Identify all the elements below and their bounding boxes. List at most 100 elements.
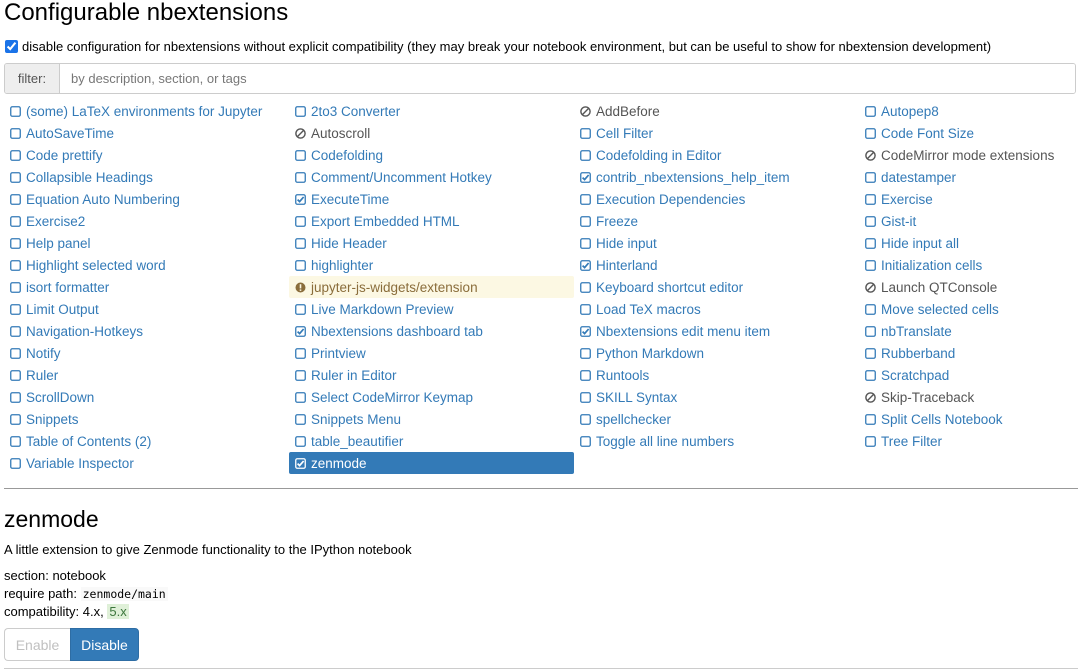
extension-item[interactable]: Comment/Uncomment Hotkey — [289, 166, 574, 188]
square-outline-icon[interactable] — [295, 171, 311, 183]
extension-item[interactable]: Nbextensions dashboard tab — [289, 320, 574, 342]
ban-icon[interactable] — [295, 127, 311, 139]
square-outline-icon[interactable] — [295, 347, 311, 359]
square-outline-icon[interactable] — [580, 347, 596, 359]
ban-icon[interactable] — [865, 281, 881, 293]
extension-item[interactable]: Navigation-Hotkeys — [4, 320, 289, 342]
square-outline-icon[interactable] — [865, 127, 881, 139]
extension-item[interactable]: zenmode — [289, 452, 574, 474]
square-outline-icon[interactable] — [865, 325, 881, 337]
extension-item[interactable]: Hinterland — [574, 254, 859, 276]
square-outline-icon[interactable] — [10, 457, 26, 469]
extension-item[interactable]: Exercise2 — [4, 210, 289, 232]
extension-item[interactable]: Select CodeMirror Keymap — [289, 386, 574, 408]
extension-item[interactable]: AddBefore — [574, 100, 859, 122]
disable-button[interactable]: Disable — [70, 628, 139, 661]
square-outline-icon[interactable] — [10, 281, 26, 293]
extension-item[interactable]: Code prettify — [4, 144, 289, 166]
extension-item[interactable]: Live Markdown Preview — [289, 298, 574, 320]
extension-item[interactable]: Autopep8 — [859, 100, 1078, 122]
square-outline-icon[interactable] — [580, 127, 596, 139]
extension-item[interactable]: table_beautifier — [289, 430, 574, 452]
square-outline-icon[interactable] — [10, 105, 26, 117]
square-outline-icon[interactable] — [10, 171, 26, 183]
square-outline-icon[interactable] — [10, 325, 26, 337]
extension-item[interactable]: Skip-Traceback — [859, 386, 1078, 408]
extension-item[interactable]: Toggle all line numbers — [574, 430, 859, 452]
square-outline-icon[interactable] — [580, 193, 596, 205]
extension-item[interactable]: (some) LaTeX environments for Jupyter — [4, 100, 289, 122]
square-outline-icon[interactable] — [580, 303, 596, 315]
square-outline-icon[interactable] — [295, 303, 311, 315]
checked-square-icon[interactable] — [295, 457, 311, 469]
extension-item[interactable]: Initialization cells — [859, 254, 1078, 276]
square-outline-icon[interactable] — [10, 259, 26, 271]
extension-item[interactable]: CodeMirror mode extensions — [859, 144, 1078, 166]
square-outline-icon[interactable] — [295, 215, 311, 227]
extension-item[interactable]: Hide Header — [289, 232, 574, 254]
extension-item[interactable]: Nbextensions edit menu item — [574, 320, 859, 342]
extension-item[interactable]: Variable Inspector — [4, 452, 289, 474]
square-outline-icon[interactable] — [10, 435, 26, 447]
square-outline-icon[interactable] — [580, 281, 596, 293]
extension-item[interactable]: Gist-it — [859, 210, 1078, 232]
square-outline-icon[interactable] — [865, 237, 881, 249]
square-outline-icon[interactable] — [10, 237, 26, 249]
extension-item[interactable]: Highlight selected word — [4, 254, 289, 276]
square-outline-icon[interactable] — [295, 259, 311, 271]
square-outline-icon[interactable] — [865, 105, 881, 117]
square-outline-icon[interactable] — [10, 303, 26, 315]
extension-item[interactable]: isort formatter — [4, 276, 289, 298]
square-outline-icon[interactable] — [580, 413, 596, 425]
square-outline-icon[interactable] — [295, 435, 311, 447]
extension-item[interactable]: spellchecker — [574, 408, 859, 430]
square-outline-icon[interactable] — [865, 413, 881, 425]
extension-item[interactable]: Printview — [289, 342, 574, 364]
square-outline-icon[interactable] — [10, 149, 26, 161]
extension-item[interactable]: Scratchpad — [859, 364, 1078, 386]
checked-square-icon[interactable] — [580, 171, 596, 183]
extension-item[interactable]: Freeze — [574, 210, 859, 232]
square-outline-icon[interactable] — [580, 215, 596, 227]
extension-item[interactable]: Snippets — [4, 408, 289, 430]
square-outline-icon[interactable] — [10, 369, 26, 381]
square-outline-icon[interactable] — [865, 435, 881, 447]
checked-square-icon[interactable] — [295, 193, 311, 205]
square-outline-icon[interactable] — [10, 127, 26, 139]
extension-item[interactable]: Execution Dependencies — [574, 188, 859, 210]
extension-item[interactable]: Launch QTConsole — [859, 276, 1078, 298]
square-outline-icon[interactable] — [580, 237, 596, 249]
filter-input[interactable] — [60, 64, 1075, 93]
extension-item[interactable]: jupyter-js-widgets/extension — [289, 276, 574, 298]
extension-item[interactable]: Keyboard shortcut editor — [574, 276, 859, 298]
ban-icon[interactable] — [580, 105, 596, 117]
square-outline-icon[interactable] — [10, 347, 26, 359]
extension-item[interactable]: Autoscroll — [289, 122, 574, 144]
square-outline-icon[interactable] — [10, 193, 26, 205]
ban-icon[interactable] — [865, 391, 881, 403]
square-outline-icon[interactable] — [865, 171, 881, 183]
extension-item[interactable]: Codefolding — [289, 144, 574, 166]
square-outline-icon[interactable] — [865, 369, 881, 381]
extension-item[interactable]: datestamper — [859, 166, 1078, 188]
square-outline-icon[interactable] — [580, 149, 596, 161]
extension-item[interactable]: Hide input all — [859, 232, 1078, 254]
extension-item[interactable]: ScrollDown — [4, 386, 289, 408]
extension-item[interactable]: highlighter — [289, 254, 574, 276]
square-outline-icon[interactable] — [580, 391, 596, 403]
extension-item[interactable]: Runtools — [574, 364, 859, 386]
extension-item[interactable]: Collapsible Headings — [4, 166, 289, 188]
square-outline-icon[interactable] — [295, 391, 311, 403]
square-outline-icon[interactable] — [865, 303, 881, 315]
extension-item[interactable]: AutoSaveTime — [4, 122, 289, 144]
extension-item[interactable]: Ruler in Editor — [289, 364, 574, 386]
extension-item[interactable]: Code Font Size — [859, 122, 1078, 144]
extension-item[interactable]: Hide input — [574, 232, 859, 254]
extension-item[interactable]: Limit Output — [4, 298, 289, 320]
extension-item[interactable]: Table of Contents (2) — [4, 430, 289, 452]
disable-config-checkbox[interactable] — [5, 39, 18, 53]
extension-item[interactable]: Cell Filter — [574, 122, 859, 144]
checked-square-icon[interactable] — [580, 325, 596, 337]
disable-config-option[interactable]: disable configuration for nbextensions w… — [4, 37, 991, 55]
square-outline-icon[interactable] — [10, 391, 26, 403]
